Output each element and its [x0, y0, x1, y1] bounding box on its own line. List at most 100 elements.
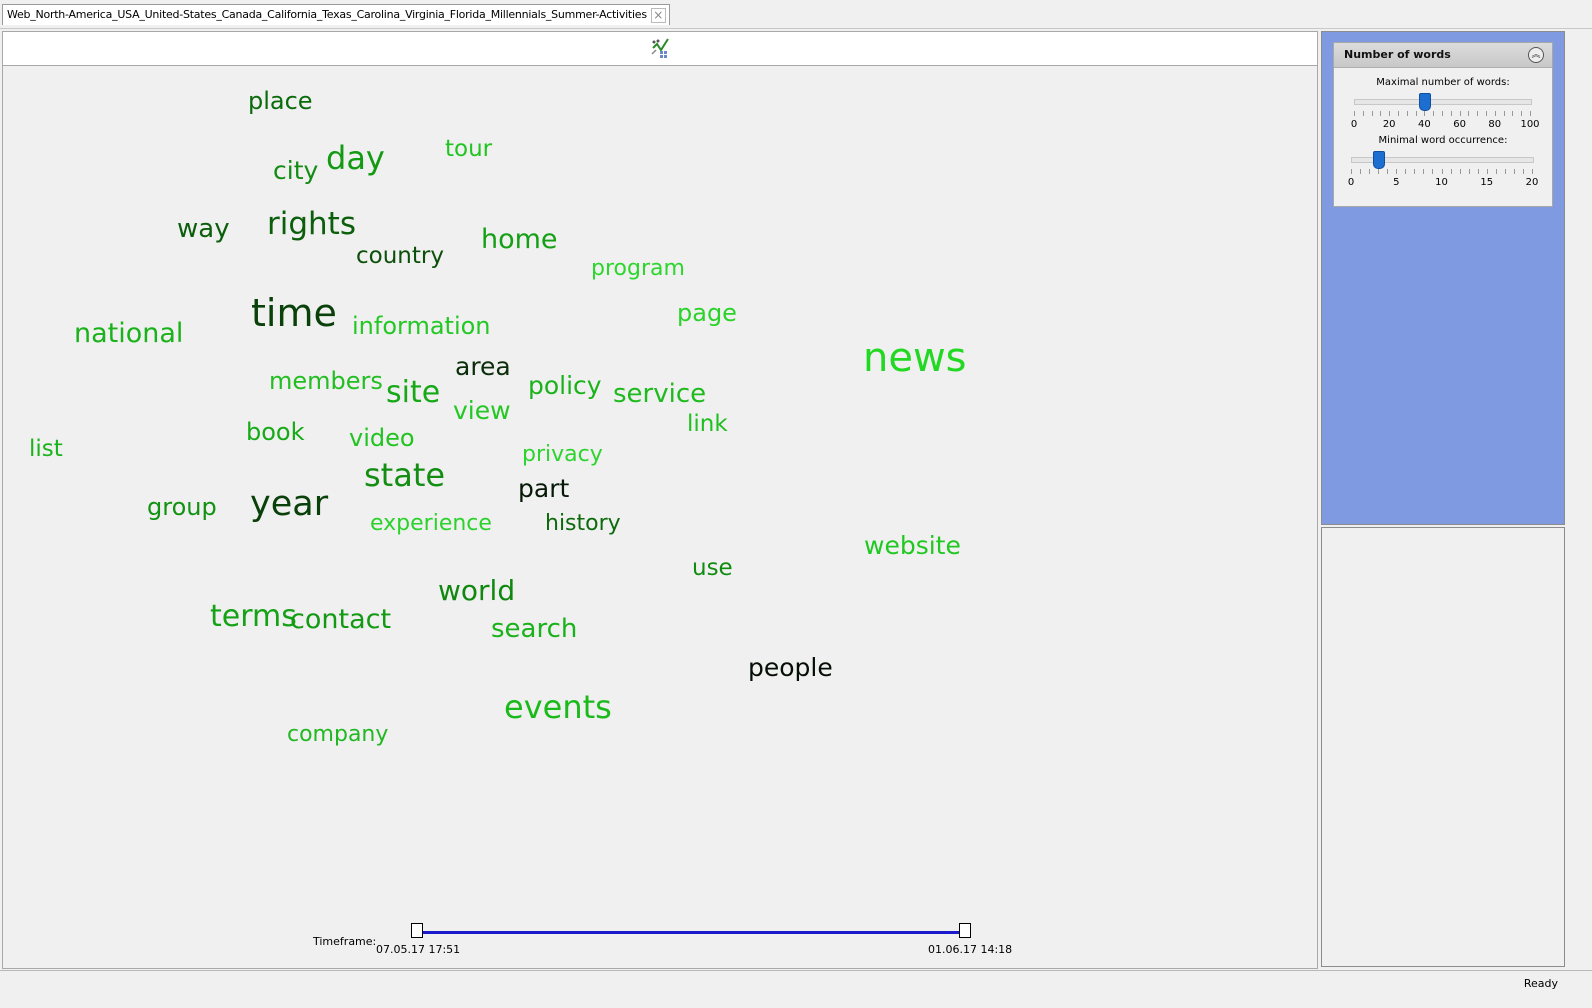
- slider-tick: [1521, 111, 1523, 116]
- number-of-words-widget: Number of words ︽ Maximal number of word…: [1333, 42, 1553, 207]
- word-link[interactable]: link: [687, 413, 728, 436]
- slider-tick: [1512, 111, 1514, 116]
- slider-tick: [1389, 111, 1391, 116]
- slider-tick-label: 100: [1520, 119, 1540, 130]
- max-words-slider-thumb[interactable]: [1419, 93, 1432, 111]
- slider-tick: [1371, 111, 1373, 116]
- word-day[interactable]: day: [326, 142, 385, 174]
- word-company[interactable]: company: [287, 724, 388, 746]
- word-service[interactable]: service: [613, 381, 706, 407]
- word-program[interactable]: program: [591, 258, 685, 280]
- word-policy[interactable]: policy: [528, 373, 602, 398]
- word-use[interactable]: use: [692, 557, 733, 580]
- slider-tick: [1494, 111, 1496, 116]
- slider-tick-label: 20: [1525, 177, 1539, 188]
- timeframe-end-handle[interactable]: [959, 923, 971, 938]
- word-page[interactable]: page: [677, 301, 737, 325]
- slider-tick: [1442, 111, 1443, 116]
- slider-tick: [1477, 169, 1479, 174]
- slider-tick: [1495, 169, 1497, 174]
- close-icon[interactable]: ×: [650, 8, 666, 23]
- word-group[interactable]: group: [147, 495, 217, 519]
- word-cloud-settings-icon[interactable]: [649, 36, 673, 60]
- slider-tick-label: 10: [1435, 177, 1448, 188]
- word-place[interactable]: place: [248, 89, 313, 113]
- word-information[interactable]: information: [352, 314, 491, 338]
- slider-tick: [1513, 169, 1515, 174]
- slider-tick: [1468, 169, 1470, 174]
- slider-tick: [1450, 169, 1452, 174]
- slider-tick: [1424, 111, 1426, 116]
- slider-tick: [1378, 169, 1380, 174]
- word-site[interactable]: site: [386, 378, 440, 408]
- slider-tick-label: 0: [1350, 119, 1358, 130]
- word-way[interactable]: way: [177, 216, 230, 242]
- slider-tick: [1354, 111, 1355, 116]
- slider-tick: [1380, 111, 1382, 116]
- word-city[interactable]: city: [273, 158, 318, 183]
- chevron-up-icon[interactable]: ︽: [1528, 47, 1544, 63]
- word-contact[interactable]: contact: [290, 606, 391, 633]
- slider-tick: [1398, 111, 1399, 116]
- slider-tick: [1486, 169, 1488, 174]
- slider-tick-label: 5: [1393, 177, 1400, 188]
- timeframe-label: Timeframe:: [313, 935, 377, 948]
- word-list[interactable]: list: [29, 438, 63, 461]
- details-panel: [1321, 527, 1565, 967]
- word-experience[interactable]: experience: [370, 513, 492, 535]
- max-words-slider[interactable]: [1354, 99, 1532, 105]
- word-news[interactable]: news: [863, 338, 967, 378]
- min-occurrence-slider-block: Minimal word occurrence: 0 5 10 15 20: [1344, 135, 1542, 195]
- slider-tick-label: 60: [1453, 119, 1466, 130]
- word-tour[interactable]: tour: [445, 138, 492, 161]
- word-view[interactable]: view: [453, 398, 511, 423]
- word-book[interactable]: book: [246, 420, 305, 444]
- tab-label: Web_North-America_USA_United-States_Cana…: [7, 8, 647, 21]
- word-people[interactable]: people: [748, 655, 833, 680]
- word-video[interactable]: video: [349, 426, 415, 450]
- word-rights[interactable]: rights: [267, 209, 356, 240]
- status-text: Ready: [1523, 977, 1558, 990]
- word-search[interactable]: search: [491, 616, 577, 642]
- timeframe-start-date: 07.05.17 17:51: [376, 943, 461, 956]
- slider-tick-label: 80: [1488, 119, 1502, 130]
- tab-document[interactable]: Web_North-America_USA_United-States_Cana…: [2, 4, 670, 25]
- status-bar: Ready: [0, 970, 1592, 995]
- word-events[interactable]: events: [504, 691, 612, 723]
- word-country[interactable]: country: [356, 245, 444, 268]
- word-home[interactable]: home: [481, 226, 558, 253]
- word-history[interactable]: history: [545, 513, 621, 535]
- word-state[interactable]: state: [364, 459, 445, 491]
- word-terms[interactable]: terms: [210, 602, 297, 632]
- word-area[interactable]: area: [455, 354, 511, 379]
- word-national[interactable]: national: [74, 320, 183, 347]
- timeframe-range-track[interactable]: [419, 931, 967, 934]
- slider-tick: [1433, 111, 1435, 116]
- word-part[interactable]: part: [518, 476, 569, 501]
- side-panel: Number of words ︽ Maximal number of word…: [1321, 31, 1565, 525]
- slider-tick: [1522, 169, 1524, 174]
- slider-tick-label: 40: [1418, 119, 1431, 130]
- word-time[interactable]: time: [251, 294, 337, 332]
- slider-tick: [1503, 111, 1505, 116]
- slider-tick: [1406, 111, 1408, 116]
- timeframe-start-handle[interactable]: [411, 923, 423, 938]
- slider-tick: [1432, 169, 1434, 174]
- word-world[interactable]: world: [438, 577, 515, 605]
- slider-tick: [1450, 111, 1452, 116]
- max-words-label: Maximal number of words:: [1376, 77, 1510, 88]
- slider-tick: [1441, 169, 1443, 174]
- word-year[interactable]: year: [250, 487, 328, 522]
- slider-tick: [1468, 111, 1470, 116]
- min-occurrence-slider-thumb[interactable]: [1373, 151, 1386, 169]
- word-website[interactable]: website: [864, 533, 961, 558]
- slider-tick: [1369, 169, 1371, 174]
- word-privacy[interactable]: privacy: [522, 444, 603, 466]
- slider-tick-label: 15: [1480, 177, 1494, 188]
- slider-tick: [1459, 111, 1461, 116]
- word-members[interactable]: members: [269, 369, 383, 393]
- slider-tick: [1387, 169, 1389, 174]
- widget-header[interactable]: Number of words ︽: [1334, 43, 1552, 68]
- slider-tick: [1459, 169, 1461, 174]
- slider-tick: [1414, 169, 1416, 174]
